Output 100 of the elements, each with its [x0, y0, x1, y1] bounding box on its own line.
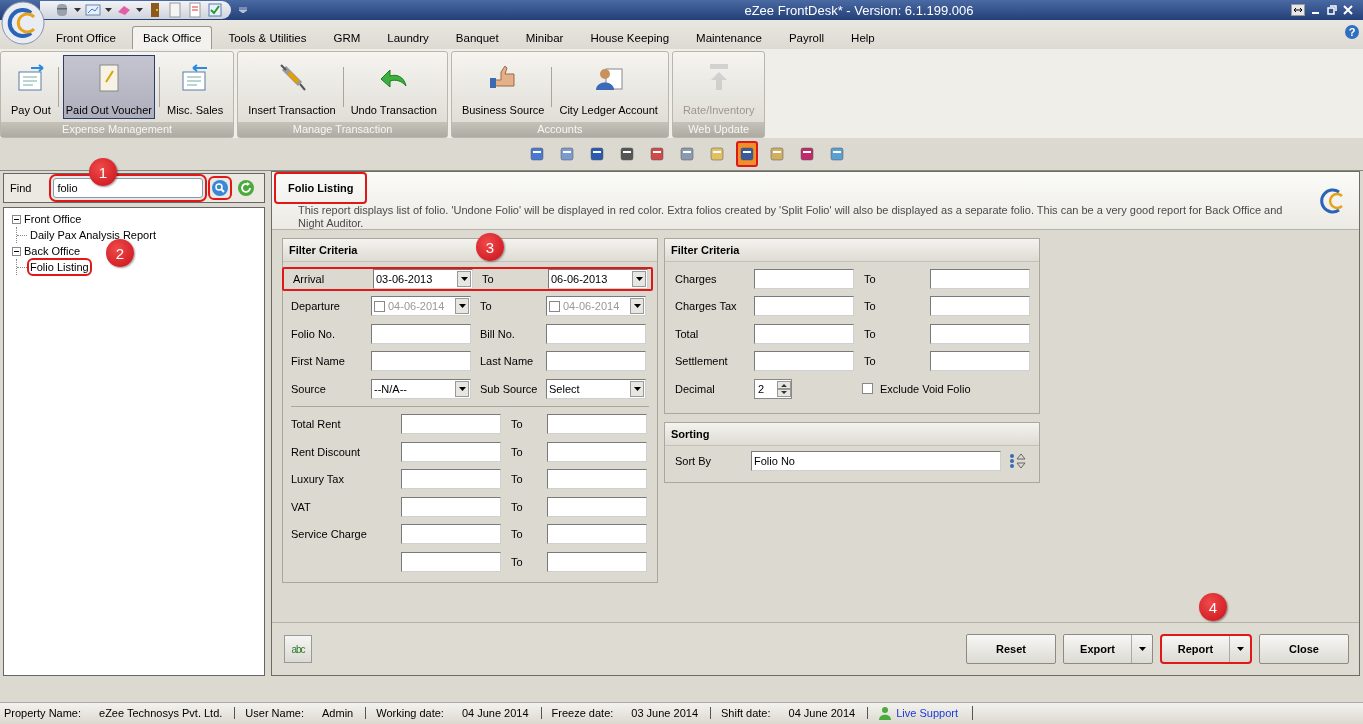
- input-field[interactable]: [930, 351, 1030, 372]
- ribbon-button[interactable]: Insert Transaction: [245, 55, 339, 119]
- resize-icon[interactable]: [1291, 4, 1305, 16]
- input-field[interactable]: [547, 469, 647, 490]
- spin-arrows-icon[interactable]: [777, 380, 791, 397]
- input-field[interactable]: [547, 496, 647, 517]
- ribbon-button[interactable]: City Ledger Account: [556, 55, 661, 119]
- document-icon[interactable]: [187, 2, 203, 18]
- live-support-link[interactable]: Live Support: [896, 706, 958, 719]
- tree-item[interactable]: Folio Listing: [30, 261, 89, 273]
- dropdown[interactable]: Select: [546, 378, 646, 399]
- input-field[interactable]: [547, 414, 647, 435]
- menu-tab[interactable]: Tools & Utilities: [217, 26, 318, 49]
- input-field[interactable]: [401, 469, 501, 490]
- ribbon-button[interactable]: Pay Out: [8, 55, 54, 119]
- menu-tab[interactable]: Front Office: [45, 26, 127, 49]
- reorder-icon[interactable]: [1009, 452, 1027, 470]
- menu-tab[interactable]: Banquet: [444, 26, 510, 49]
- input-field[interactable]: [401, 551, 501, 572]
- restore-icon[interactable]: [1327, 5, 1337, 15]
- close-icon[interactable]: [1343, 5, 1353, 15]
- menu-tab[interactable]: Maintenance: [685, 26, 773, 49]
- spellcheck-button[interactable]: abc: [284, 635, 312, 663]
- number-spinner[interactable]: 2: [754, 378, 792, 399]
- report-type-icon[interactable]: [618, 146, 635, 162]
- report-type-icon[interactable]: [738, 146, 755, 162]
- caret-icon: [74, 8, 81, 12]
- input-field[interactable]: [371, 323, 471, 344]
- input-field[interactable]: [546, 351, 646, 372]
- input-field[interactable]: [401, 441, 501, 462]
- date-field[interactable]: 03-06-2013: [373, 268, 473, 289]
- input-field[interactable]: [754, 296, 854, 317]
- field-label: Rent Discount: [291, 445, 362, 458]
- checkbox[interactable]: [862, 383, 873, 395]
- input-field[interactable]: [371, 351, 471, 372]
- collapse-icon[interactable]: [12, 214, 21, 224]
- input-field[interactable]: [754, 323, 854, 344]
- ribbon-button[interactable]: Misc. Sales: [164, 55, 227, 119]
- menu-tab[interactable]: GRM: [322, 26, 372, 49]
- action-button[interactable]: Export: [1063, 634, 1153, 664]
- report-type-icon[interactable]: [798, 146, 815, 162]
- field-label: Folio No.: [291, 327, 337, 340]
- refresh-icon[interactable]: [237, 179, 256, 197]
- input-field[interactable]: [930, 296, 1030, 317]
- collapse-icon[interactable]: [12, 246, 21, 256]
- ribbon-button[interactable]: Paid Out Voucher: [62, 55, 155, 119]
- input-field[interactable]: [547, 441, 647, 462]
- input-field[interactable]: [547, 551, 647, 572]
- field-label: To: [511, 473, 524, 486]
- tree-item[interactable]: Front Office: [24, 213, 82, 225]
- field-label: To: [511, 500, 524, 513]
- ribbon-button[interactable]: Undo Transaction: [347, 55, 440, 119]
- report-type-icon[interactable]: [528, 146, 545, 162]
- input-field[interactable]: [401, 496, 501, 517]
- tree-item[interactable]: Back Office: [24, 245, 81, 257]
- input-field[interactable]: [546, 323, 646, 344]
- action-button[interactable]: Close: [1259, 634, 1349, 664]
- input-field[interactable]: [754, 351, 854, 372]
- input-field[interactable]: [754, 268, 854, 289]
- find-label: Find: [10, 182, 32, 194]
- menu-tab[interactable]: Back Office: [131, 26, 213, 49]
- caret-icon: [136, 8, 143, 12]
- chart-icon[interactable]: [85, 2, 101, 18]
- report-type-icon[interactable]: [678, 146, 695, 162]
- help-icon[interactable]: ?: [1345, 25, 1359, 39]
- status-label: Property Name:: [4, 706, 82, 719]
- menu-tab[interactable]: Laundry: [376, 26, 440, 49]
- database-icon[interactable]: [54, 2, 70, 18]
- input-field[interactable]: [401, 414, 501, 435]
- tree-item[interactable]: Daily Pax Analysis Report: [30, 229, 156, 241]
- customize-icon[interactable]: [239, 7, 247, 13]
- action-button[interactable]: Reset: [966, 634, 1056, 664]
- menu-tab[interactable]: House Keeping: [579, 26, 681, 49]
- field-label: Sub Source: [480, 382, 539, 395]
- report-type-icon[interactable]: [558, 146, 575, 162]
- report-title: Folio Listing: [274, 172, 368, 204]
- checklist-icon[interactable]: [207, 2, 223, 18]
- ribbon-button[interactable]: Business Source: [458, 55, 548, 119]
- search-icon[interactable]: [211, 179, 230, 197]
- person-icon: [878, 705, 893, 720]
- report-type-icon[interactable]: [588, 146, 605, 162]
- sort-field[interactable]: Folio No: [751, 451, 1001, 471]
- input-field[interactable]: [547, 524, 647, 545]
- panel-title: Filter Criteria: [665, 239, 1039, 262]
- report-type-icon[interactable]: [648, 146, 665, 162]
- input-field[interactable]: [930, 268, 1030, 289]
- input-field[interactable]: [401, 524, 501, 545]
- menu-tab[interactable]: Help: [840, 26, 886, 49]
- field-label: Departure: [291, 300, 341, 313]
- checkbox-label: Exclude Void Folio: [880, 382, 971, 395]
- input-field[interactable]: [930, 323, 1030, 344]
- menu-tab[interactable]: Minibar: [514, 26, 575, 49]
- field-label: To: [511, 445, 524, 458]
- menu-tab[interactable]: Payroll: [777, 26, 836, 49]
- report-icon-tab[interactable]: [735, 141, 758, 167]
- dropdown[interactable]: --N/A--: [371, 378, 471, 399]
- action-button[interactable]: Report: [1160, 634, 1252, 664]
- field-label: Bill No.: [480, 327, 516, 340]
- report-type-icon[interactable]: [828, 146, 845, 162]
- date-field[interactable]: 06-06-2013: [548, 268, 648, 289]
